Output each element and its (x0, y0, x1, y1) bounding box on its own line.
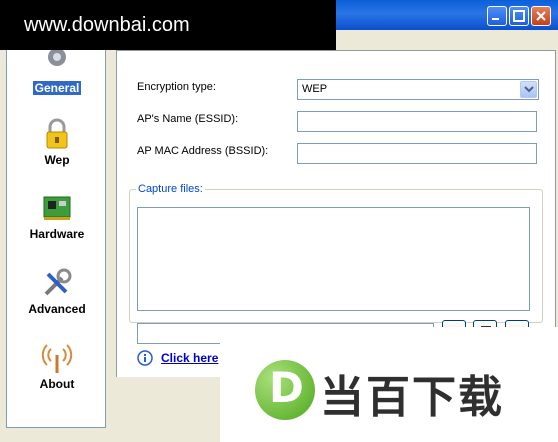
gear-icon (48, 48, 66, 66)
sidebar-item-label: Advanced (28, 302, 86, 316)
watermark-logo-text: 当百下载 (320, 372, 504, 423)
essid-input[interactable] (297, 111, 537, 132)
lock-icon (46, 118, 68, 149)
encryption-type-select[interactable]: WEP (297, 79, 539, 100)
sidebar-item-label: General (32, 81, 82, 95)
close-button[interactable] (531, 6, 551, 26)
sidebar-item-label: About (39, 377, 75, 391)
sidebar-item-label: Hardware (29, 227, 85, 241)
maximize-icon (513, 10, 525, 22)
dropdown-button[interactable] (520, 81, 537, 98)
maximize-button[interactable] (509, 6, 529, 26)
encryption-type-label: Encryption type: (137, 81, 216, 93)
watermark-logo-area: D 当百下载 (220, 327, 558, 442)
essid-label: AP's Name (ESSID): (137, 113, 239, 125)
minimize-button[interactable] (487, 6, 507, 26)
watermark-banner: www.downbai.com (0, 0, 336, 50)
sidebar-item-label: Wep (44, 153, 70, 167)
close-icon (536, 11, 546, 21)
bssid-label: AP MAC Address (BSSID): (137, 145, 269, 157)
minimize-icon (492, 18, 499, 20)
bssid-input[interactable] (297, 143, 537, 164)
chevron-down-icon (524, 86, 534, 93)
sidebar-item-wep[interactable]: Wep (7, 117, 107, 167)
capture-files-list[interactable] (137, 207, 530, 311)
sidebar-item-about[interactable]: About (7, 341, 107, 391)
antenna-icon (41, 344, 73, 373)
capture-files-label: Capture files: (136, 183, 205, 195)
sidebar: General Wep Hardware Advanced About (6, 30, 106, 428)
info-icon (137, 350, 153, 366)
sidebar-item-advanced[interactable]: Advanced (7, 266, 107, 316)
sidebar-item-general[interactable]: General (7, 45, 107, 95)
network-card-icon (43, 196, 71, 220)
watermark-logo-letter: D (269, 363, 304, 412)
tools-icon (44, 268, 72, 296)
sidebar-item-hardware[interactable]: Hardware (7, 191, 107, 241)
help-link[interactable]: Click here (161, 351, 218, 365)
encryption-type-value: WEP (302, 83, 328, 95)
